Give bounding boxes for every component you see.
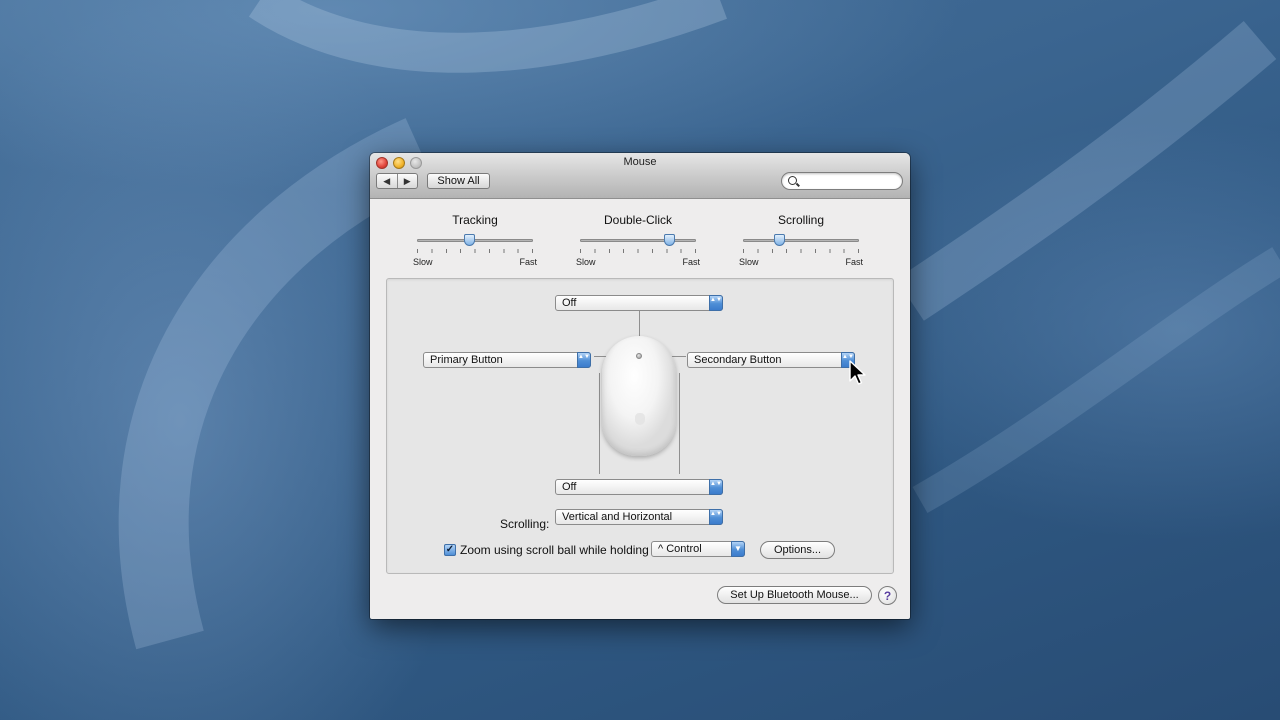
bottom-right-connector-line: [679, 373, 680, 474]
tracking-label: Tracking: [452, 213, 498, 227]
popup-arrows-icon: ▲▼: [709, 295, 723, 311]
popup-down-arrow-icon: ▼: [731, 541, 745, 557]
scrolling-slider-ticks: [743, 249, 859, 253]
left-button-value: Primary Button: [430, 354, 503, 366]
zoom-modifier-value: ^ Control: [658, 543, 702, 555]
search-field[interactable]: [781, 172, 903, 190]
bottom-left-connector-line: [599, 373, 600, 474]
double-click-speed-slider-group: Double-Click Slow Fast: [576, 213, 700, 267]
zoom-label: Zoom using scroll ball while holding: [460, 543, 649, 557]
window-title: Mouse: [623, 156, 657, 168]
scroll-ball-icon: [636, 353, 642, 359]
scrolling-slider-thumb[interactable]: [773, 234, 785, 246]
double-click-slider-thumb[interactable]: [664, 234, 676, 246]
double-click-slider-ticks: [580, 249, 696, 253]
double-click-slow-label: Slow: [576, 257, 596, 267]
top-button-popup[interactable]: Off ▲▼: [555, 295, 723, 311]
zoom-option-row: ✓ Zoom using scroll ball while holding: [444, 542, 649, 558]
right-button-value: Secondary Button: [694, 354, 782, 366]
scrolling-slow-label: Slow: [739, 257, 759, 267]
mouse-pointer-icon: [849, 360, 866, 385]
zoom-modifier-popup[interactable]: ^ Control ▼: [651, 541, 745, 557]
double-click-label: Double-Click: [603, 213, 673, 227]
popup-arrows-icon: ▲▼: [709, 479, 723, 495]
top-button-value: Off: [562, 297, 577, 309]
title-bar: Mouse ◀ ▶ Show All: [370, 153, 910, 199]
popup-arrows-icon: ▲▼: [709, 509, 723, 525]
back-forward-control: ◀ ▶: [376, 173, 418, 189]
tracking-slider-thumb[interactable]: [464, 234, 476, 246]
show-all-button[interactable]: Show All: [427, 173, 490, 189]
left-button-popup[interactable]: Primary Button ▲▼: [423, 352, 591, 368]
zoom-options-button[interactable]: Options...: [760, 541, 835, 559]
forward-arrow-icon[interactable]: ▶: [396, 174, 418, 188]
scrolling-fast-label: Fast: [845, 257, 863, 267]
popup-arrows-icon: ▲▼: [577, 352, 591, 368]
apple-logo-icon: [635, 413, 645, 425]
zoom-checkbox[interactable]: ✓: [444, 544, 456, 556]
double-click-slider-track[interactable]: [580, 239, 696, 242]
scrolling-direction-popup[interactable]: Vertical and Horizontal ▲▼: [555, 509, 723, 525]
tracking-slider-ticks: [417, 249, 533, 253]
scrolling-speed-slider-group: Scrolling Slow Fast: [739, 213, 863, 267]
scrolling-speed-label: Scrolling: [777, 213, 825, 227]
scrolling-slider-track[interactable]: [743, 239, 859, 242]
double-click-fast-label: Fast: [682, 257, 700, 267]
tracking-slow-label: Slow: [413, 257, 433, 267]
help-button[interactable]: ?: [878, 586, 897, 605]
tracking-fast-label: Fast: [519, 257, 537, 267]
search-icon: [788, 176, 797, 185]
scrolling-direction-value: Vertical and Horizontal: [562, 511, 673, 523]
mouse-preferences-window: Mouse ◀ ▶ Show All Tracking Slow Fast Do…: [370, 153, 910, 619]
tracking-speed-slider-group: Tracking Slow Fast: [413, 213, 537, 267]
back-arrow-icon[interactable]: ◀: [377, 174, 397, 188]
set-up-bluetooth-mouse-button[interactable]: Set Up Bluetooth Mouse...: [717, 586, 872, 604]
bottom-button-popup[interactable]: Off ▲▼: [555, 479, 723, 495]
right-button-popup[interactable]: Secondary Button ▲▼: [687, 352, 855, 368]
bottom-button-value: Off: [562, 481, 577, 493]
scrolling-direction-label: Scrolling:: [500, 517, 550, 531]
